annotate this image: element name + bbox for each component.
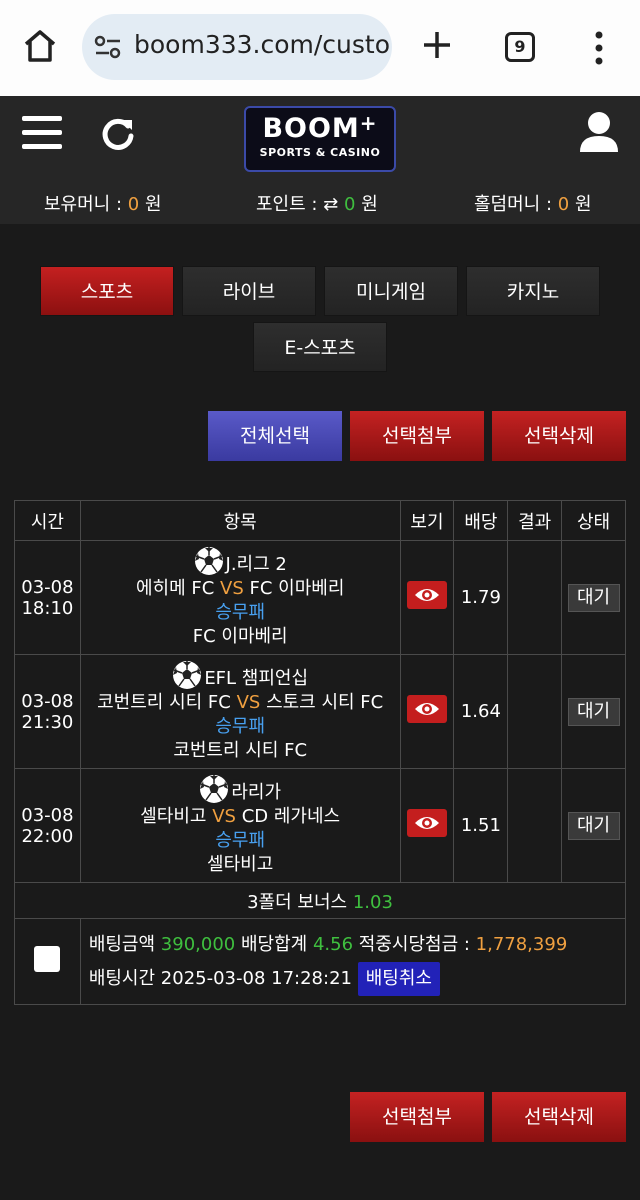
view-cell bbox=[399, 654, 455, 769]
holdem-balance: 홀덤머니 : 0 원 bbox=[474, 194, 592, 215]
odds-value: 1.79 bbox=[453, 540, 509, 655]
table-row: 03-08 18:10 J.리그 2 에히메 FC VS FC 이마베리 승무패 … bbox=[14, 540, 626, 655]
soccer-ball-icon bbox=[200, 775, 229, 803]
column-header-status: 상태 bbox=[561, 500, 626, 541]
site-logo[interactable]: BOOM+ SPORTS & CASINO bbox=[244, 106, 396, 172]
money-balance: 보유머니 : 0 원 bbox=[44, 194, 162, 215]
table-header-row: 시간 항목 보기 배당 결과 상태 bbox=[14, 500, 626, 541]
checkbox-cell bbox=[14, 918, 81, 1005]
site-header: BOOM+ SPORTS & CASINO 보유머니 : 0 원 포인트 : ⇄… bbox=[0, 96, 640, 224]
eye-icon bbox=[414, 589, 439, 601]
tab-live[interactable]: 라이브 bbox=[182, 266, 316, 316]
match-time: 03-08 21:30 bbox=[14, 654, 81, 769]
new-tab-icon[interactable] bbox=[420, 28, 454, 62]
bet-summary-row: 배팅금액 390,000 배당합계 4.56 적중시당첨금 : 1,778,39… bbox=[14, 918, 627, 1005]
column-header-time: 시간 bbox=[14, 500, 81, 541]
delete-selected-bottom-button[interactable]: 선택삭제 bbox=[492, 1092, 626, 1142]
swap-icon[interactable]: ⇄ bbox=[323, 194, 338, 215]
tab-sports[interactable]: 스포츠 bbox=[40, 266, 174, 316]
odds-value: 1.51 bbox=[453, 768, 509, 883]
address-bar[interactable]: boom333.com/custor bbox=[82, 14, 392, 80]
url-text: boom333.com/custor bbox=[134, 30, 392, 59]
site-settings-icon[interactable] bbox=[94, 34, 122, 60]
result-value bbox=[507, 768, 563, 883]
status-badge: 대기 bbox=[567, 811, 620, 840]
select-all-button[interactable]: 전체선택 bbox=[208, 411, 342, 461]
folder-bonus: 3폴더 보너스 1.03 bbox=[14, 882, 626, 919]
table-row: 03-08 21:30 EFL 챔피언십 코번트리 시티 FC VS 스토크 시티… bbox=[14, 654, 626, 769]
eye-icon bbox=[414, 817, 439, 829]
attach-selected-button[interactable]: 선택첨부 bbox=[350, 411, 484, 461]
result-value bbox=[507, 654, 563, 769]
column-header-result: 결과 bbox=[507, 500, 563, 541]
bonus-row: 3폴더 보너스 1.03 bbox=[14, 882, 626, 919]
status-cell: 대기 bbox=[561, 654, 626, 769]
tab-esports[interactable]: E-스포츠 bbox=[253, 322, 387, 372]
attach-selected-bottom-button[interactable]: 선택첨부 bbox=[350, 1092, 484, 1142]
eye-icon bbox=[414, 703, 439, 715]
bet-select-checkbox[interactable] bbox=[34, 946, 61, 972]
more-menu-icon[interactable] bbox=[594, 30, 604, 66]
status-cell: 대기 bbox=[561, 540, 626, 655]
cancel-bet-button[interactable]: 배팅취소 bbox=[357, 961, 440, 996]
view-cell bbox=[399, 540, 455, 655]
soccer-ball-icon bbox=[194, 547, 223, 575]
table-row: 03-0822:00 라리가 셀타비고 VS CD 레가네스 승무패 셀타비고 bbox=[14, 768, 626, 883]
status-cell: 대기 bbox=[561, 768, 626, 883]
view-cell bbox=[399, 768, 455, 883]
bet-summary: 배팅금액 390,000 배당합계 4.56 적중시당첨금 : 1,778,39… bbox=[79, 918, 627, 1005]
view-button[interactable] bbox=[406, 581, 447, 609]
match-details: 라리가 셀타비고 VS CD 레가네스 승무패 셀타비고 bbox=[79, 768, 401, 883]
status-badge: 대기 bbox=[567, 697, 620, 726]
home-icon[interactable] bbox=[20, 26, 60, 66]
browser-toolbar: boom333.com/custor 9 bbox=[0, 0, 640, 96]
match-time: 03-08 22:00 bbox=[14, 768, 81, 883]
tab-casino[interactable]: 카지노 bbox=[466, 266, 600, 316]
delete-selected-button[interactable]: 선택삭제 bbox=[492, 411, 626, 461]
view-button[interactable] bbox=[406, 809, 447, 837]
soccer-ball-icon bbox=[173, 661, 202, 689]
refresh-icon[interactable] bbox=[98, 114, 138, 154]
match-time: 03-08 18:10 bbox=[14, 540, 81, 655]
column-header-item: 항목 bbox=[79, 500, 401, 541]
match-details: EFL 챔피언십 코번트리 시티 FC VS 스토크 시티 FC 승무패 코번트… bbox=[79, 654, 401, 769]
tab-switcher-button[interactable]: 9 bbox=[505, 32, 535, 62]
user-icon[interactable] bbox=[578, 110, 620, 154]
bet-history-table: 시간 항목 보기 배당 결과 상태 03-08 18:10 J.리그 2 에히메 … bbox=[14, 500, 627, 1005]
result-value bbox=[507, 540, 563, 655]
balance-row: 보유머니 : 0 원 포인트 : ⇄ 0 원 홀덤머니 : 0 원 bbox=[0, 190, 640, 215]
odds-value: 1.64 bbox=[453, 654, 509, 769]
point-balance: 포인트 : ⇄ 0 원 bbox=[256, 194, 378, 215]
match-details: J.리그 2 에히메 FC VS FC 이마베리 승무패 FC 이마베리 bbox=[79, 540, 401, 655]
column-header-odds: 배당 bbox=[453, 500, 509, 541]
status-badge: 대기 bbox=[567, 583, 620, 612]
tab-minigame[interactable]: 미니게임 bbox=[324, 266, 458, 316]
column-header-view: 보기 bbox=[399, 500, 455, 541]
view-button[interactable] bbox=[406, 695, 447, 723]
menu-icon[interactable] bbox=[22, 116, 62, 152]
